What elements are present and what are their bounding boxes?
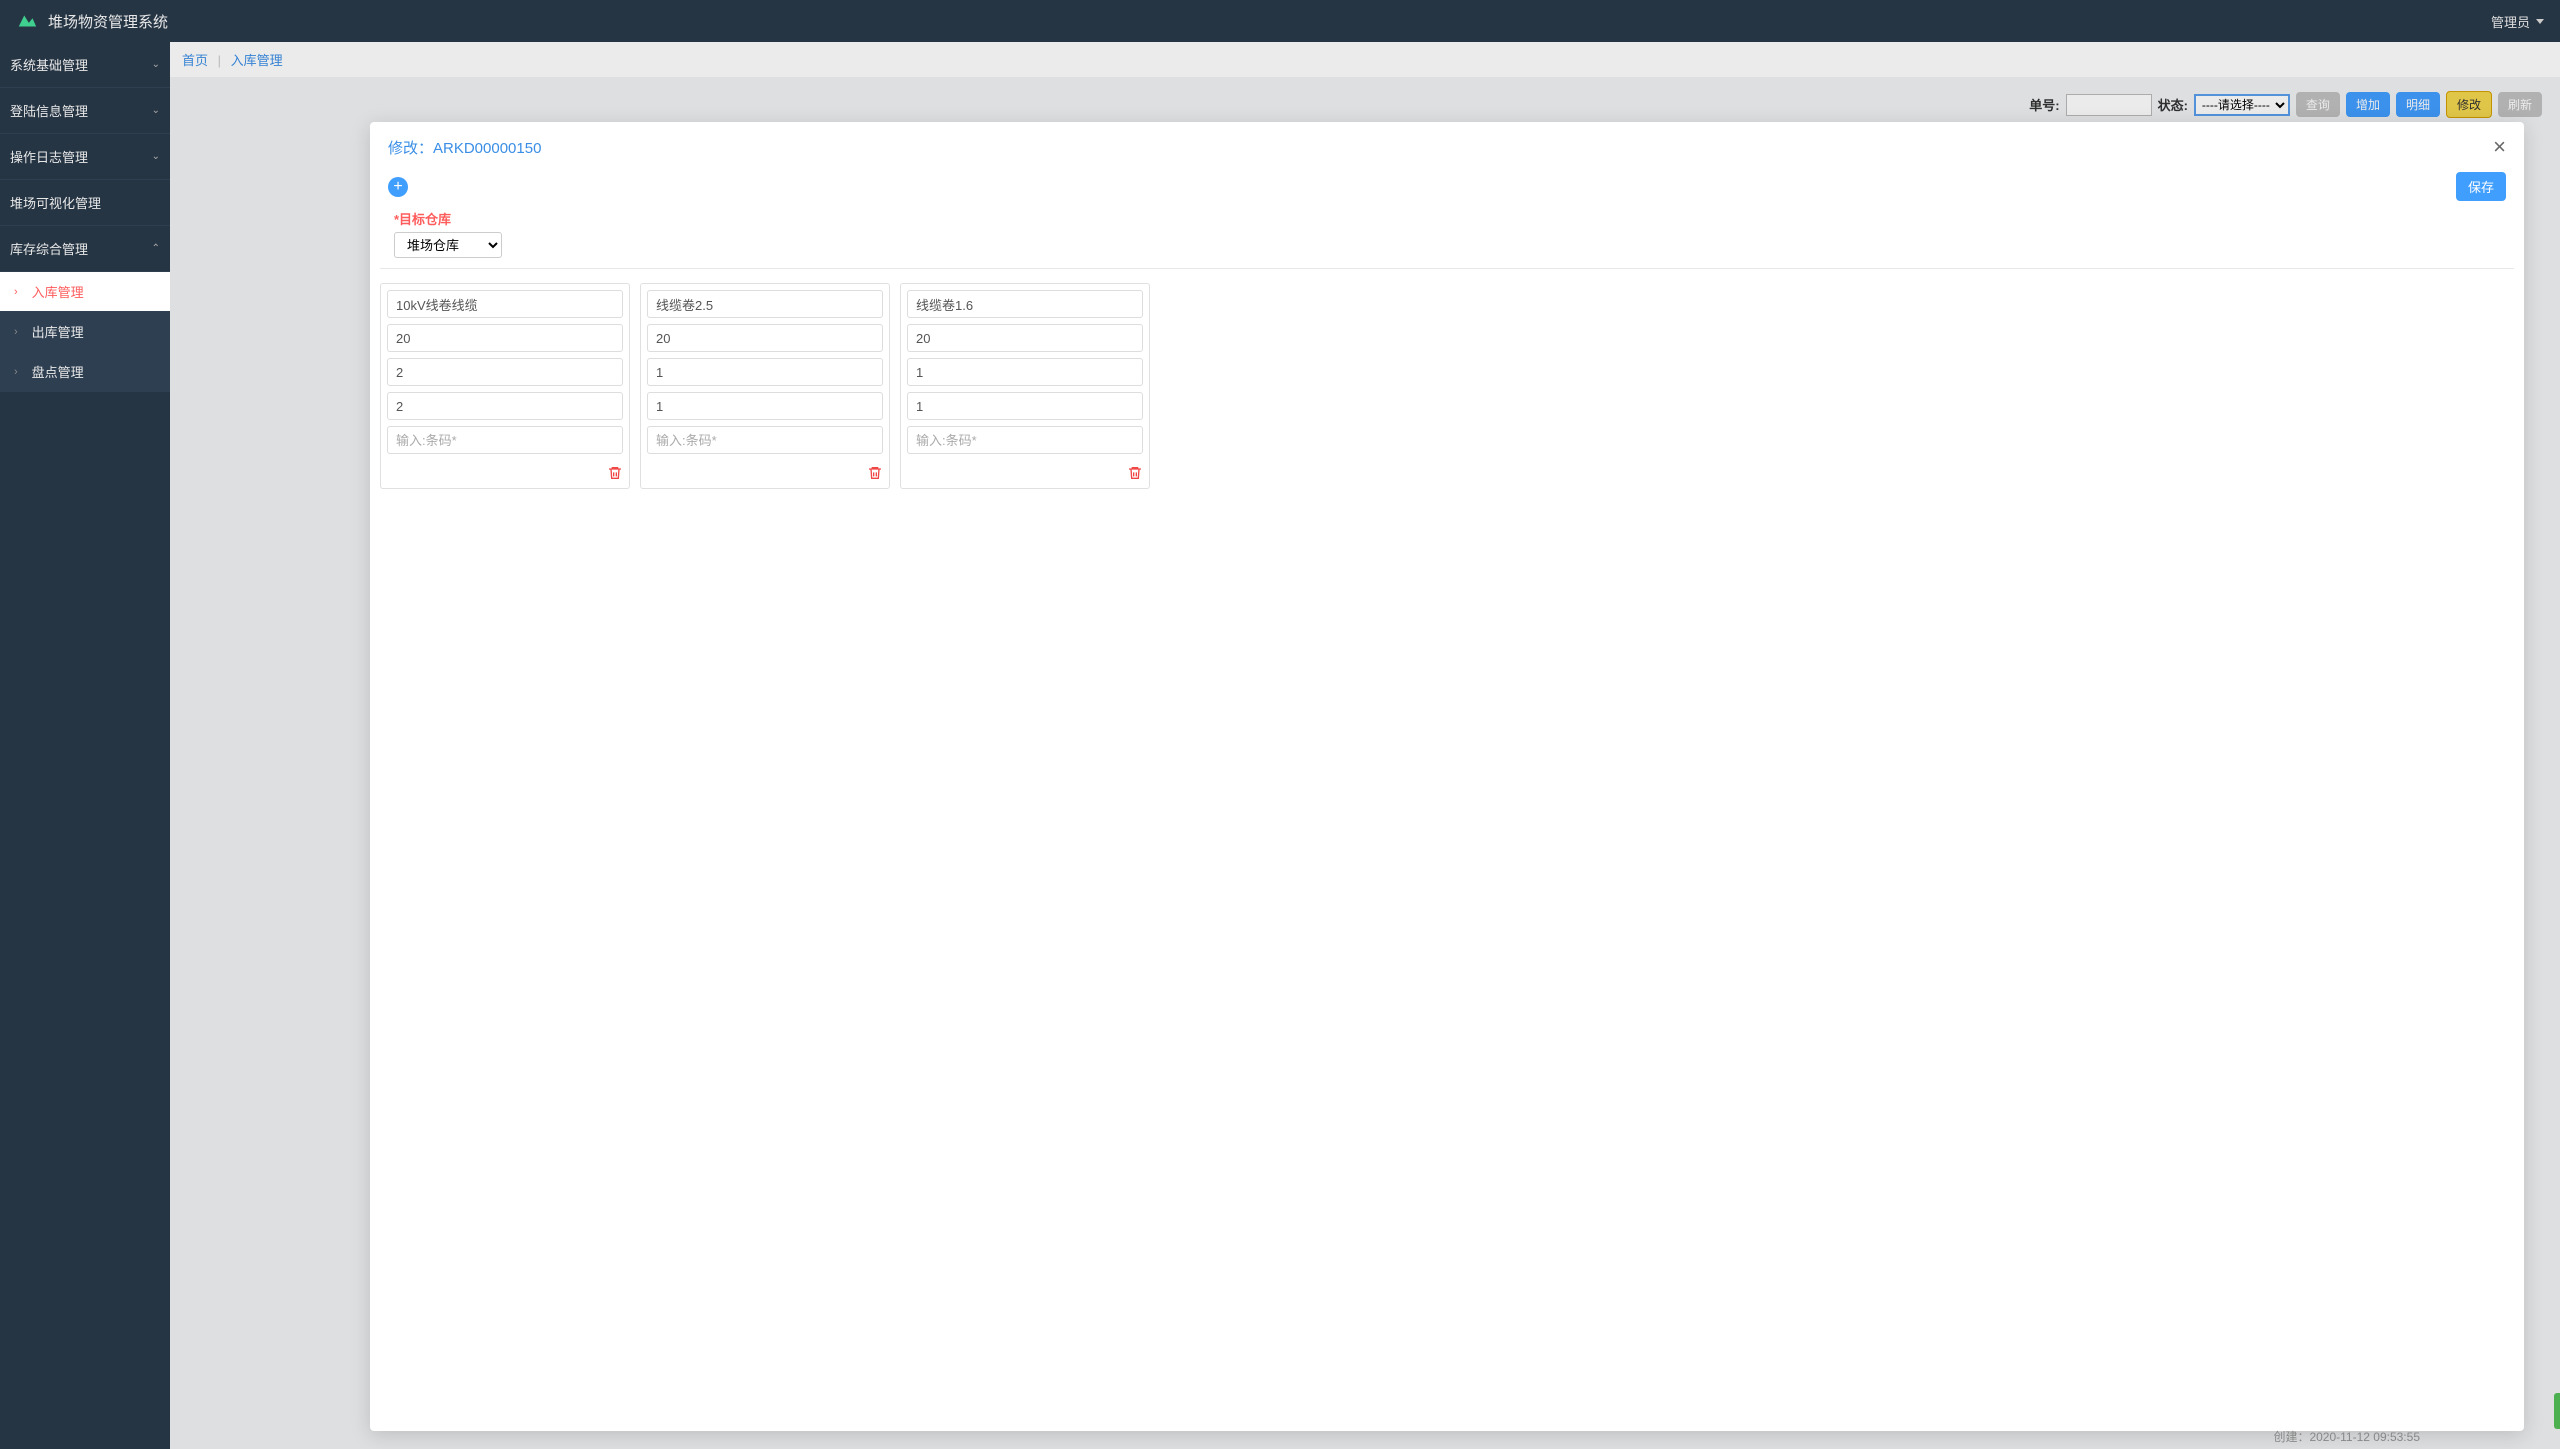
submenu-outbound[interactable]: › 出库管理: [0, 312, 170, 352]
modal-title: 修改：ARKD00000150: [388, 137, 541, 158]
menu-inventory[interactable]: 库存综合管理 ⌃: [0, 226, 170, 272]
item-field-1[interactable]: [907, 324, 1143, 352]
sidebar: 系统基础管理 ⌄ 登陆信息管理 ⌄ 操作日志管理 ⌄ 堆场可视化管理 库存综合管…: [0, 42, 170, 1449]
chevron-down-icon: ⌄: [152, 105, 160, 116]
submenu-inbound[interactable]: › 入库管理: [0, 272, 170, 312]
target-label: *目标仓库: [394, 209, 2500, 228]
user-label: 管理员: [2491, 12, 2530, 31]
user-menu[interactable]: 管理员: [2491, 12, 2544, 31]
top-header: 堆场物资管理系统 管理员: [0, 0, 2560, 42]
item-field-3[interactable]: [387, 392, 623, 420]
item-card: [640, 283, 890, 489]
chevron-right-icon: ›: [14, 326, 18, 338]
item-field-3[interactable]: [647, 392, 883, 420]
app-title: 堆场物资管理系统: [48, 11, 168, 32]
trash-icon[interactable]: [607, 464, 623, 482]
side-toggle[interactable]: [2554, 1393, 2560, 1429]
barcode-input[interactable]: [907, 426, 1143, 454]
chevron-down-icon: ⌄: [152, 59, 160, 70]
modal-header: 修改：ARKD00000150 ×: [370, 122, 2524, 172]
created-timestamp: 创建：2020-11-12 09:53:55: [2273, 1428, 2420, 1445]
chevron-right-icon: ›: [14, 366, 18, 378]
content-area: 首页 | 入库管理 单号: 状态: ----请选择---- 查询 增加 明细 修…: [170, 42, 2560, 1449]
trash-icon[interactable]: [867, 464, 883, 482]
item-name-input[interactable]: [907, 290, 1143, 318]
item-field-1[interactable]: [387, 324, 623, 352]
chevron-right-icon: ›: [14, 286, 18, 298]
modal-toolbar: + 保存: [370, 172, 2524, 209]
menu-login-info[interactable]: 登陆信息管理 ⌄: [0, 88, 170, 134]
item-name-input[interactable]: [387, 290, 623, 318]
target-warehouse-select[interactable]: 堆场仓库: [394, 232, 502, 258]
item-cards: [370, 269, 2524, 503]
item-name-input[interactable]: [647, 290, 883, 318]
item-field-2[interactable]: [907, 358, 1143, 386]
item-card: [380, 283, 630, 489]
menu-system-base[interactable]: 系统基础管理 ⌄: [0, 42, 170, 88]
menu-yard-visual[interactable]: 堆场可视化管理: [0, 180, 170, 226]
item-field-1[interactable]: [647, 324, 883, 352]
logo-icon: [16, 10, 38, 32]
target-section: *目标仓库 堆场仓库: [370, 209, 2524, 268]
item-field-2[interactable]: [647, 358, 883, 386]
item-card: [900, 283, 1150, 489]
chevron-down-icon: ⌄: [152, 151, 160, 162]
chevron-up-icon: ⌃: [152, 243, 160, 254]
barcode-input[interactable]: [647, 426, 883, 454]
add-card-button[interactable]: +: [388, 177, 408, 197]
caret-down-icon: [2536, 19, 2544, 24]
header-left: 堆场物资管理系统: [16, 10, 168, 32]
item-field-2[interactable]: [387, 358, 623, 386]
close-icon[interactable]: ×: [2493, 136, 2506, 158]
submenu-stocktake[interactable]: › 盘点管理: [0, 352, 170, 392]
barcode-input[interactable]: [387, 426, 623, 454]
item-field-3[interactable]: [907, 392, 1143, 420]
edit-modal: 修改：ARKD00000150 × + 保存 *目标仓库 堆场仓库: [370, 122, 2524, 1431]
save-button[interactable]: 保存: [2456, 172, 2506, 201]
trash-icon[interactable]: [1127, 464, 1143, 482]
menu-operation-log[interactable]: 操作日志管理 ⌄: [0, 134, 170, 180]
